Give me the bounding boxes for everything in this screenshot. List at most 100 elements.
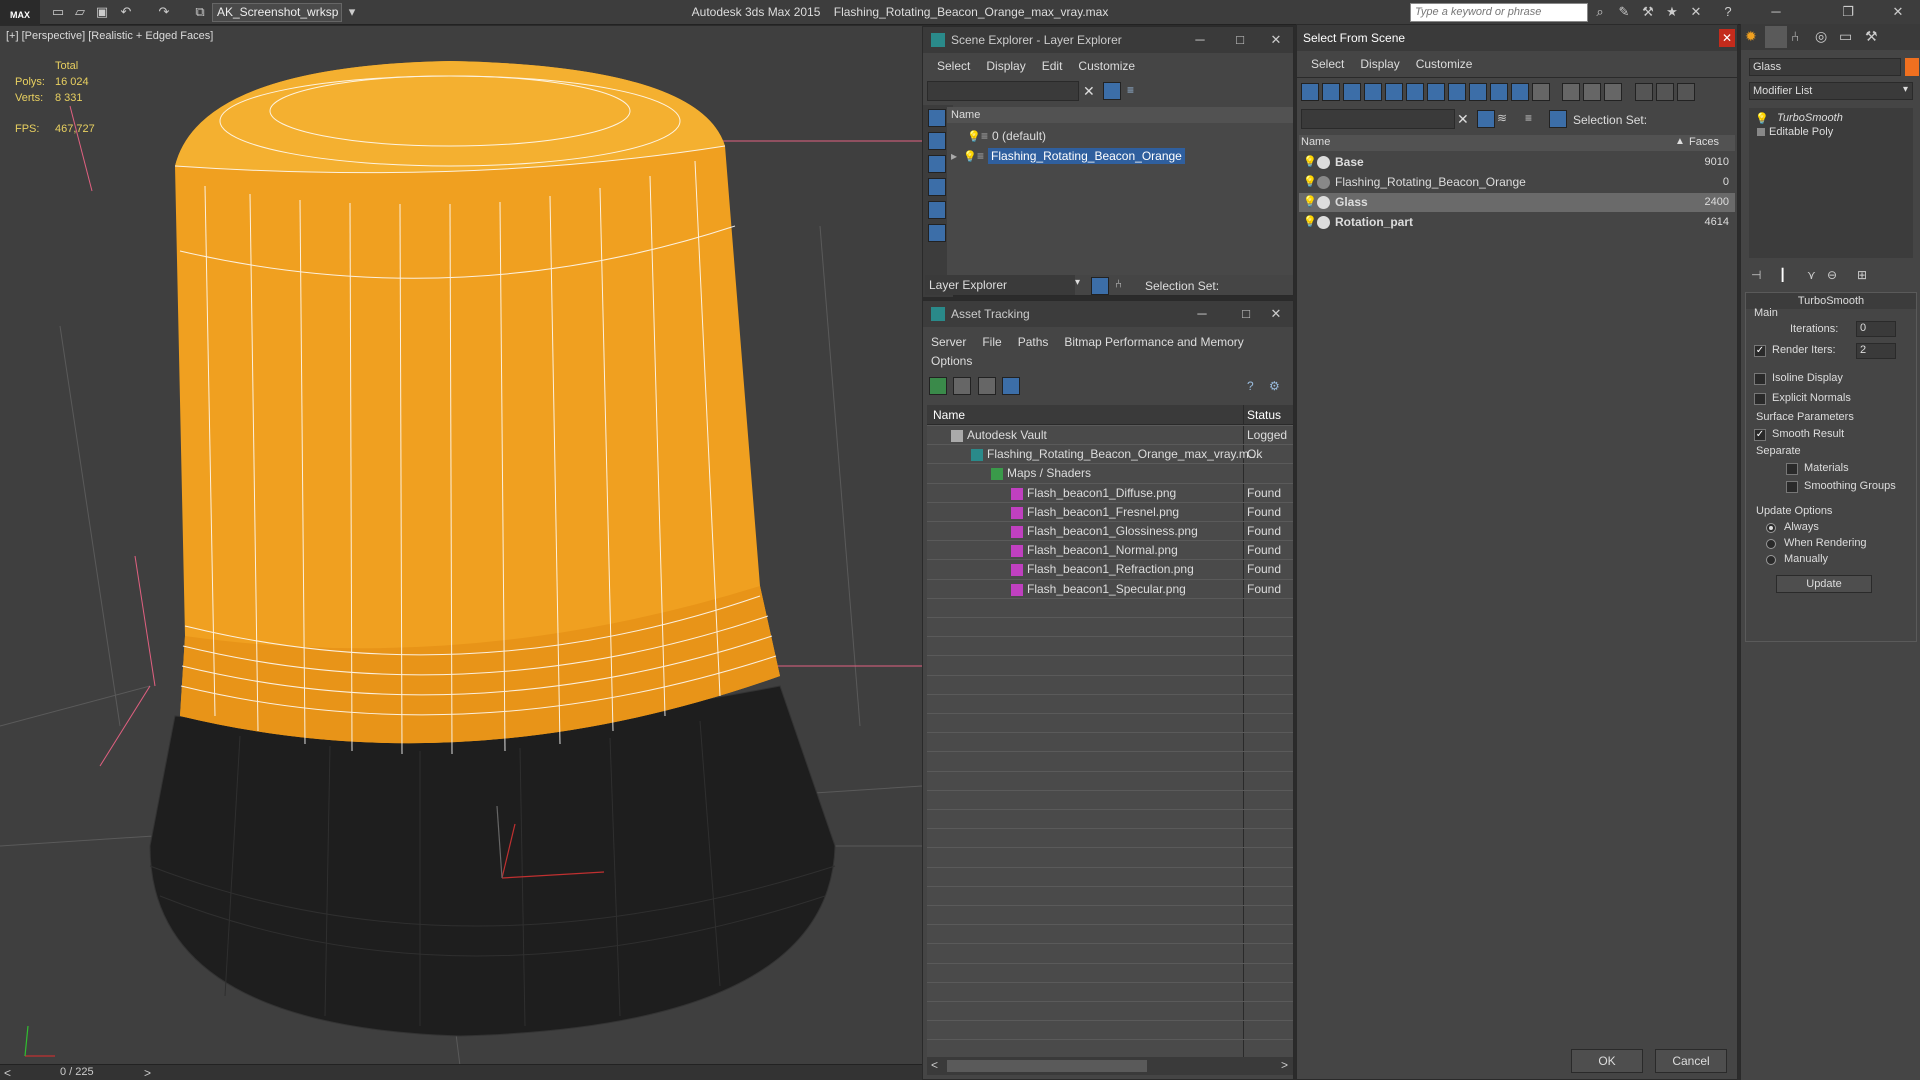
object-row[interactable]: 💡 Base 9010 [1299,153,1735,172]
configure-sets-icon[interactable]: ⊞ [1857,268,1867,282]
display-lights-icon[interactable] [1343,83,1361,101]
remove-modifier-icon[interactable]: ⊖ [1827,268,1837,282]
bulb-icon[interactable]: 💡 [1303,193,1317,212]
select-all-icon[interactable] [1562,83,1581,101]
redo-icon[interactable]: ↷ [156,4,172,20]
column-header-status[interactable]: Status [1247,408,1281,422]
iterations-spinner[interactable]: 0 [1856,321,1896,337]
display-frozen-icon[interactable] [1511,83,1529,101]
new-file-icon[interactable]: ▭ [50,4,66,20]
favorites-icon[interactable]: ★ [1664,4,1680,20]
maximize-icon[interactable]: □ [1223,27,1257,53]
menu-select[interactable]: Select [937,59,970,73]
explicit-normals-checkbox[interactable] [1754,393,1766,405]
pin-stack-icon[interactable]: ⊣ [1751,268,1761,282]
cancel-button[interactable]: Cancel [1655,1049,1727,1073]
bulb-icon[interactable]: 💡 [1303,153,1317,172]
minimize-icon[interactable]: ─ [1185,301,1219,327]
menu-select[interactable]: Select [1311,57,1344,71]
settings-icon[interactable]: ⚙ [1269,379,1280,393]
select-none-icon[interactable] [1583,83,1602,101]
asset-row[interactable]: Flash_beacon1_Diffuse.png Found [927,484,1293,503]
object-color-swatch[interactable] [1905,58,1919,76]
object-row[interactable]: 💡 Flashing_Rotating_Beacon_Orange 0 [1299,173,1735,192]
help-icon[interactable]: ? [1720,4,1736,20]
hierarchy-icon[interactable]: ⑃ [1115,277,1122,291]
close-icon[interactable]: ✕ [1890,4,1906,20]
column-header-name[interactable]: Name [1301,136,1330,148]
workspace-dropdown[interactable]: AK_Screenshot_wrksp [212,3,342,22]
asset-row[interactable]: Flash_beacon1_Normal.png Found [927,541,1293,560]
smooth-result-checkbox[interactable]: ✓ [1754,429,1766,441]
asset-row[interactable]: Flash_beacon1_Fresnel.png Found [927,503,1293,522]
menu-customize[interactable]: Customize [1078,59,1135,73]
modifier-list-dropdown[interactable]: Modifier List [1749,82,1913,100]
smoothing-groups-checkbox[interactable] [1786,481,1798,493]
display-invert-icon[interactable] [928,155,946,173]
dropdown-arrow-icon[interactable]: ▾ [1075,277,1080,288]
display-cameras-icon[interactable] [1364,83,1382,101]
asset-row[interactable]: Flash_beacon1_Refraction.png Found [927,560,1293,579]
asset-row[interactable]: Flash_beacon1_Glossiness.png Found [927,522,1293,541]
close-icon[interactable]: ✕ [1259,301,1293,327]
bulb-icon[interactable]: 💡 [963,148,977,163]
render-iters-spinner[interactable]: 2 [1856,343,1896,359]
modify-tab-icon[interactable] [1765,26,1787,48]
refresh-icon[interactable] [929,377,947,395]
select-invert-icon[interactable] [1604,83,1623,101]
menu-edit[interactable]: Edit [1042,59,1063,73]
display-containers-icon[interactable] [1490,83,1508,101]
asset-hscrollbar[interactable]: < > [927,1057,1293,1075]
bulb-icon[interactable]: 💡 [967,128,981,143]
asset-tracking-titlebar[interactable]: Asset Tracking ─ □ ✕ [923,301,1293,327]
asset-row[interactable]: Flash_beacon1_Specular.png Found [927,580,1293,599]
hierarchy-tab-icon[interactable]: ⑃ [1791,28,1799,44]
layer-row-beacon[interactable]: ▸ 💡≡ Flashing_Rotating_Beacon_Orange [951,147,1293,166]
stack-bulb-icon[interactable]: 💡 [1755,112,1769,125]
display-helpers-icon[interactable] [1385,83,1403,101]
display-spacewarps-icon[interactable] [1406,83,1424,101]
filter-icon[interactable] [1477,110,1495,128]
layer-mode-icon[interactable] [1091,277,1109,295]
menu-file[interactable]: File [982,335,1001,349]
select-dialog-titlebar[interactable]: Select From Scene ✕ [1297,25,1737,51]
maximize-icon[interactable]: □ [1229,301,1263,327]
time-slider[interactable]: < 0 / 225 > [0,1064,922,1080]
layer-icon[interactable]: ≋ [1497,111,1507,125]
filter-options-icon[interactable] [1634,83,1653,101]
close-icon[interactable]: ✕ [1719,29,1735,47]
show-end-result-icon[interactable]: ┃ [1779,268,1786,282]
menu-display[interactable]: Display [1360,57,1399,71]
tools-icon[interactable]: ✎ [1616,4,1632,20]
always-radio[interactable] [1766,523,1776,533]
menu-display[interactable]: Display [986,59,1025,73]
display-lights-icon[interactable] [928,178,946,196]
stack-item-editable-poly[interactable]: Editable Poly [1769,126,1833,138]
list-view-icon[interactable] [953,377,972,395]
close-icon[interactable]: ✕ [1259,27,1293,53]
display-geometry-icon[interactable] [1301,83,1319,101]
materials-checkbox[interactable] [1786,463,1798,475]
keyword-search-input[interactable]: Type a keyword or phrase [1410,3,1588,22]
perspective-viewport[interactable]: [+] [Perspective] [Realistic + Edged Fac… [0,26,922,1080]
project-folder-icon[interactable]: ⧉ [192,4,208,20]
max-logo[interactable]: MAX [0,0,40,25]
scene-explorer-search[interactable] [927,81,1079,101]
display-groups-icon[interactable] [1427,83,1445,101]
help-icon[interactable]: ? [1247,379,1254,393]
stack-toggle-icon[interactable] [1757,128,1765,136]
display-hidden-icon[interactable] [1532,83,1550,101]
binoculars-icon[interactable]: ⌕ [1592,4,1608,20]
expand-arrow-icon[interactable]: ▸ [951,149,957,163]
thumbnail-view-icon[interactable] [977,377,996,395]
display-tab-icon[interactable]: ▭ [1839,28,1852,45]
bulb-icon[interactable]: 💡 [1303,173,1317,192]
display-shapes-icon[interactable] [1322,83,1340,101]
utilities-tab-icon[interactable]: ⚒ [1865,28,1878,45]
save-icon[interactable]: ▣ [94,4,110,20]
select-search-input[interactable] [1301,109,1455,129]
restore-icon[interactable]: ❐ [1840,4,1856,20]
object-row[interactable]: 💡 Rotation_part 4614 [1299,213,1735,232]
minimize-icon[interactable]: ─ [1183,27,1217,53]
sort-options-icon[interactable] [1655,83,1674,101]
